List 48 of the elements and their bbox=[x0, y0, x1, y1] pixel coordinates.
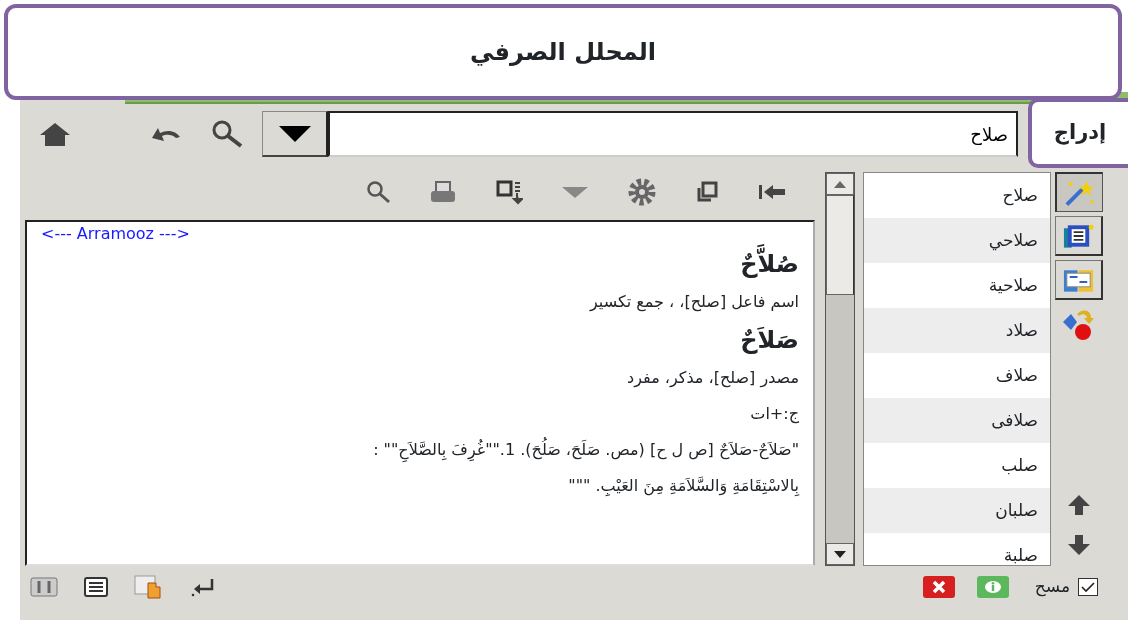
columns-icon[interactable] bbox=[30, 577, 58, 597]
caret-icon bbox=[277, 124, 312, 143]
list-window-button[interactable] bbox=[1055, 216, 1103, 256]
word-list-item[interactable]: صلاحية bbox=[864, 263, 1050, 308]
export-icon[interactable] bbox=[495, 179, 523, 205]
word-list-item[interactable]: صلبان bbox=[864, 488, 1050, 533]
list-icon[interactable] bbox=[84, 577, 108, 597]
word-info: مصدر [صلح]، مذكر، مفرد bbox=[627, 367, 799, 390]
search-icon[interactable] bbox=[365, 180, 391, 204]
word-info: اسم فاعل [صلح]، ، جمع تكسير bbox=[590, 291, 799, 314]
word-list-item[interactable]: صلاف bbox=[864, 353, 1050, 398]
source-link[interactable]: <--- Arramooz ---> bbox=[41, 224, 190, 244]
copy-icon[interactable] bbox=[695, 180, 719, 204]
word-list-item[interactable]: صلاح bbox=[864, 173, 1050, 218]
scrollbar[interactable] bbox=[825, 172, 855, 566]
home-icon[interactable] bbox=[38, 121, 72, 147]
settings-icon[interactable] bbox=[627, 177, 657, 207]
word-list-item[interactable]: صلاد bbox=[864, 308, 1050, 353]
scroll-down-button[interactable] bbox=[826, 543, 854, 565]
magic-wand-button[interactable] bbox=[1055, 172, 1103, 212]
printer-icon[interactable] bbox=[429, 180, 457, 204]
arrow-left-bar-icon[interactable] bbox=[757, 182, 787, 202]
arrow-up-icon[interactable] bbox=[1067, 494, 1091, 516]
return-icon[interactable] bbox=[190, 577, 216, 597]
clear-checkbox[interactable] bbox=[1078, 578, 1098, 596]
clear-label: مسح bbox=[1034, 575, 1070, 599]
definition-text: "صَلاَحٌ-صَلاَحٌ [ص ل ح] (مص. صَلَحَ، صَلُحَ). 1.""غُرِفَ بِالصَّلاَحِ"" : بِالاسْتِقَامَةِ وَالسَّلاَمَةِ مِنَ العَيْبِ. """ bbox=[319, 432, 799, 504]
caret-up-icon bbox=[834, 180, 846, 188]
caret-icon[interactable] bbox=[561, 185, 589, 199]
book-button[interactable] bbox=[1055, 260, 1103, 300]
caret-down-icon bbox=[834, 550, 846, 558]
headword: صَلاَحٌ bbox=[740, 325, 799, 356]
search-field[interactable]: صلاح bbox=[328, 111, 1018, 157]
word-info: ج:+ات bbox=[750, 403, 799, 426]
word-list-item[interactable]: صلاحي bbox=[864, 218, 1050, 263]
search-icon[interactable] bbox=[210, 119, 244, 149]
shapes-icon bbox=[1061, 308, 1097, 342]
dropdown-button[interactable] bbox=[262, 111, 328, 157]
close-button[interactable] bbox=[922, 576, 955, 598]
insert-callout: إدراج bbox=[1028, 98, 1128, 168]
scroll-up-button[interactable] bbox=[826, 173, 854, 195]
word-list-item[interactable]: صلب bbox=[864, 443, 1050, 488]
arrow-down-icon[interactable] bbox=[1067, 534, 1091, 556]
title-callout: المحلل الصرفي bbox=[4, 4, 1122, 100]
scroll-thumb[interactable] bbox=[826, 195, 854, 295]
word-list-item[interactable]: صلافى bbox=[864, 398, 1050, 443]
headword: صُلاَّحٌ bbox=[740, 244, 799, 284]
word-list-item[interactable]: صلبة bbox=[864, 533, 1050, 565]
